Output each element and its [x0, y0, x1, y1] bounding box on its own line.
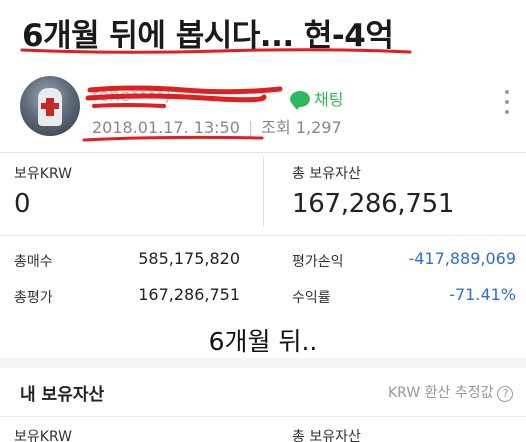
total-valuation-value: 167,286,751	[138, 285, 240, 304]
help-icon[interactable]: ?	[497, 386, 514, 402]
divider	[0, 416, 526, 417]
caption-text: 6개월 뒤..	[208, 327, 318, 356]
total-assets-label: 총 보유자산	[292, 166, 361, 182]
valuation-pl-label: 평가손익	[292, 254, 344, 270]
title-row: 6개월 뒤에 봅시다... 현-4억	[0, 0, 526, 62]
more-options-icon[interactable]	[505, 90, 511, 120]
krw-estimate-label: KRW 환산 추정값	[388, 385, 494, 401]
total-assets-value: 167,286,751	[292, 189, 455, 219]
total-valuation-label: 총평가	[14, 290, 53, 306]
holdings-card-after: 내 보유자산 KRW 환산 추정값? 보유KRW 총 보유자산	[0, 368, 526, 442]
vertical-divider	[263, 157, 264, 227]
red-underline-annotation	[20, 48, 412, 54]
divider	[0, 235, 526, 236]
section-gap	[0, 358, 526, 368]
krw-balance-label-after: 보유KRW	[14, 429, 72, 442]
date-underline-annotation	[82, 135, 264, 142]
post-header: rene****) 채팅 2018.01.17. 13:50 | 조회 1,297	[0, 66, 526, 152]
krw-balance-value: 0	[14, 189, 31, 219]
krw-estimate-info[interactable]: KRW 환산 추정값?	[388, 382, 514, 402]
return-rate-value: -71.41%	[449, 285, 516, 304]
total-buy-value: 585,175,820	[138, 249, 240, 268]
valuation-pl-value: -417,889,069	[408, 249, 516, 268]
return-rate-label: 수익률	[292, 290, 331, 306]
total-buy-label: 총매수	[14, 254, 53, 270]
krw-balance-label: 보유KRW	[14, 166, 72, 182]
holdings-card-before: 보유KRW 0 총 보유자산 167,286,751 총매수 585,175,8…	[0, 152, 526, 312]
total-assets-label-after: 총 보유자산	[292, 429, 361, 442]
section-title: 내 보유자산	[20, 385, 105, 405]
